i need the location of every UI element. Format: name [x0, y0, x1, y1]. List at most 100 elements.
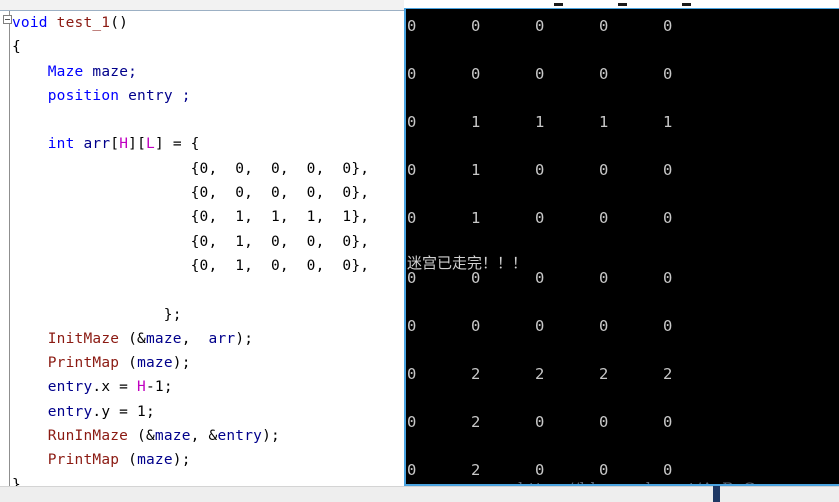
console-cell: 1 — [471, 113, 481, 131]
console-cell: 1 — [599, 113, 609, 131]
code-line: } — [12, 473, 404, 486]
console-row: 0 1 0 0 0 — [407, 161, 727, 179]
console-cell: 0 — [535, 317, 545, 335]
code-token: ); — [172, 355, 191, 372]
code-token: .x = — [92, 379, 138, 396]
console-cell: 0 — [471, 317, 481, 335]
console-cell: 0 — [407, 17, 417, 35]
console-cell: 0 — [407, 65, 417, 83]
code-editor-panel[interactable]: void test_1() { Maze maze; position entry… — [0, 0, 404, 486]
code-token: ); — [262, 428, 280, 445]
console-cell: 0 — [599, 269, 609, 287]
console-cell: 0 — [407, 461, 417, 479]
console-cell: 0 — [535, 209, 545, 227]
code-text-area[interactable]: void test_1() { Maze maze; position entry… — [12, 11, 404, 486]
console-cell: 2 — [663, 365, 673, 383]
console-cell: 0 — [535, 413, 545, 431]
code-line: RunInMaze (&maze, &entry); — [12, 424, 404, 448]
code-token: entry — [47, 403, 93, 420]
code-line: {0, 0, 0, 0, 0}, — [12, 181, 404, 205]
console-cell: 0 — [535, 269, 545, 287]
console-output-panel[interactable]: 0 0 0 0 0 0 0 0 0 0 0 1 1 1 1 0 1 0 0 0 0 1 0 0 0 0 0 0 0 0 0 0 0 0 0 0 2 2 2 2… — [404, 8, 839, 486]
console-cell: 1 — [535, 113, 545, 131]
code-token: { — [12, 39, 21, 56]
console-cell: 0 — [663, 17, 673, 35]
console-row: 0 1 0 0 0 — [407, 209, 727, 227]
code-token: Maze — [47, 63, 84, 80]
console-cell: 0 — [471, 65, 481, 83]
code-token: entry — [217, 428, 263, 445]
console-cell: 0 — [407, 161, 417, 179]
console-cell: 0 — [535, 461, 545, 479]
console-cell: 0 — [663, 209, 673, 227]
code-token: {0, 1, 1, 1, 1}, — [12, 209, 370, 226]
editor-top-divider — [0, 0, 404, 11]
code-token: maze; — [83, 63, 138, 80]
console-cell: 0 — [407, 365, 417, 383]
console-cell: 0 — [599, 17, 609, 35]
code-line: int arr[H][L] = { — [12, 132, 404, 156]
code-token: {0, 0, 0, 0, 0}, — [12, 160, 370, 177]
code-line: PrintMap (maze); — [12, 351, 404, 375]
code-token: {0, 1, 0, 0, 0}, — [12, 233, 370, 250]
code-token: test_1 — [56, 15, 111, 31]
code-token: [ — [110, 136, 120, 153]
code-fold-toggle-icon[interactable] — [3, 15, 12, 24]
console-cell: 0 — [471, 17, 481, 35]
screenshot-root: void test_1() { Maze maze; position entry… — [0, 0, 839, 502]
code-token: , & — [190, 428, 218, 445]
console-cell: 2 — [471, 413, 481, 431]
code-token: [ — [137, 136, 147, 153]
console-cell: 2 — [535, 365, 545, 383]
code-line: InitMaze (&maze, arr); — [12, 327, 404, 351]
console-cell: 0 — [663, 269, 673, 287]
clip-tick-mark — [554, 3, 563, 6]
code-token: maze — [137, 355, 173, 372]
taskbar-active-marker[interactable] — [713, 486, 720, 502]
code-token: ); — [172, 452, 191, 469]
console-status-message: 迷宫已走完！！！ — [407, 254, 528, 272]
console-cell: 2 — [471, 461, 481, 479]
console-cell: 2 — [599, 365, 609, 383]
code-token: H — [119, 136, 129, 153]
code-token: ( — [119, 355, 138, 372]
console-row: 0 2 0 0 0 — [407, 413, 727, 431]
code-token: arr — [208, 330, 236, 347]
code-line: PrintMap (maze); — [12, 448, 404, 472]
code-token: InitMaze — [47, 330, 120, 347]
gutter-separator-line — [9, 11, 10, 486]
code-token: RunInMaze — [47, 428, 129, 445]
code-token: ); — [235, 330, 254, 347]
console-cell: 0 — [535, 161, 545, 179]
code-token: maze — [145, 330, 182, 347]
code-token: maze — [154, 428, 191, 445]
console-row: 0 2 2 2 2 — [407, 365, 727, 383]
console-cell: 0 — [663, 413, 673, 431]
code-line: {0, 0, 0, 0, 0}, — [12, 157, 404, 181]
code-line: { — [12, 35, 404, 59]
code-token: entry ; — [119, 87, 191, 104]
code-line: position entry ; — [12, 84, 404, 108]
code-token: () — [110, 15, 129, 31]
editor-gutter[interactable] — [0, 11, 12, 486]
console-cell: 0 — [663, 161, 673, 179]
console-cell: 2 — [471, 365, 481, 383]
console-row: 0 0 0 0 0 — [407, 317, 727, 335]
console-cell: 0 — [407, 209, 417, 227]
code-token: L — [146, 136, 155, 153]
code-token: {0, 1, 0, 0, 0}, — [12, 257, 370, 274]
console-content: 0 0 0 0 0 0 0 0 0 0 0 1 1 1 1 0 1 0 0 0 0 1 0 0 0 0 0 0 0 0 0 0 0 0 0 0 2 2 2 2… — [406, 9, 839, 484]
console-cell: 0 — [407, 317, 417, 335]
code-line: {0, 1, 0, 0, 0}, — [12, 230, 404, 254]
console-row: 0 2 0 0 0 — [407, 461, 727, 479]
console-row: 0 0 0 0 0 — [407, 17, 727, 35]
code-line: {0, 1, 1, 1, 1}, — [12, 205, 404, 229]
console-cell: 0 — [599, 209, 609, 227]
code-token: (& — [119, 330, 146, 347]
code-token: maze — [137, 452, 173, 469]
